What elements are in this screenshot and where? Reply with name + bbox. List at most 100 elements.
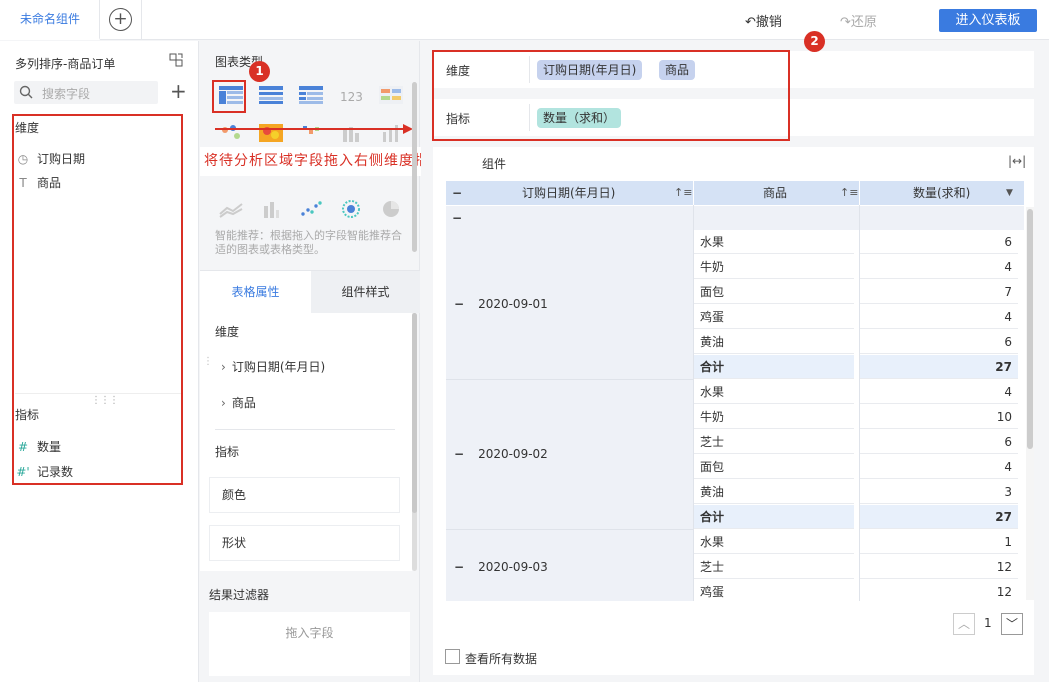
header-quantity[interactable]: 数量(求和) (913, 181, 970, 205)
properties-scrollbar[interactable] (412, 313, 417, 513)
sort-icon[interactable]: ↑≡ (840, 181, 858, 205)
switch-dataset-icon[interactable] (169, 53, 183, 67)
chart-type-scrollbar[interactable] (412, 82, 417, 252)
annotation-highlight-fields (12, 114, 183, 485)
date-value: 2020-09-03 (478, 559, 548, 574)
enter-dashboard-button[interactable]: 进入仪表板 (939, 9, 1037, 32)
add-field-button[interactable]: + (170, 80, 187, 102)
page-up-button[interactable]: ︿ (953, 613, 975, 635)
component-tab[interactable]: 未命名组件 (0, 0, 100, 40)
column-divider (693, 205, 694, 601)
header-divider (693, 181, 694, 205)
property-item-label: 商品 (231, 396, 256, 410)
product-cell: 牛奶 (694, 405, 854, 429)
undo-icon: ↶ (745, 15, 756, 30)
color-setting[interactable]: 颜色 (209, 477, 400, 513)
pie-chart-icon[interactable] (379, 200, 403, 218)
date-value: 2020-09-02 (478, 447, 548, 461)
view-all-data-checkbox[interactable] (445, 649, 460, 664)
sunburst-icon[interactable] (339, 200, 363, 218)
properties-dimension-item[interactable]: › 商品 (221, 394, 256, 411)
page-down-button[interactable]: ﹀ (1001, 613, 1023, 635)
product-cell: 黄油 (694, 330, 854, 354)
properties-dimension-header: 维度 (215, 325, 240, 339)
component-title: 组件 (482, 157, 507, 171)
product-cell: 鸡蛋 (694, 305, 854, 329)
column-chart-icon[interactable] (339, 124, 363, 142)
search-input[interactable]: 搜索字段 (14, 81, 158, 104)
kpi-card-icon[interactable] (379, 86, 403, 104)
stacked-bar-icon[interactable] (259, 200, 283, 218)
quantity-cell: 12 (860, 580, 1018, 601)
page-number: 1 (984, 616, 992, 630)
annotation-arrow (215, 128, 405, 130)
tab-component-style[interactable]: 组件样式 (311, 271, 420, 313)
result-filter-header: 结果过滤器 (209, 588, 270, 602)
header-product[interactable]: 商品 (763, 181, 787, 205)
quantity-cell: 3 (860, 480, 1018, 504)
cross-table-icon[interactable] (299, 86, 323, 104)
quantity-cell: 7 (860, 280, 1018, 304)
quantity-cell: 4 (860, 380, 1018, 404)
column-divider (859, 205, 860, 601)
date-group-label[interactable]: −2020-09-01 (454, 297, 548, 311)
subtotal-value: 27 (860, 355, 1018, 379)
detail-table-icon[interactable] (259, 86, 283, 104)
tab-table-properties[interactable]: 表格属性 (200, 271, 311, 313)
annotation-highlight-shelves (432, 50, 790, 141)
area-chart-icon[interactable] (219, 200, 243, 218)
collapse-icon[interactable]: − (454, 447, 464, 461)
smart-recommend-text: 智能推荐：根据拖入的字段智能推荐合适的图表或表格类型。 (215, 229, 402, 256)
product-cell: 芝士 (694, 555, 854, 579)
add-tab-button[interactable]: + (109, 8, 132, 31)
heatmap-icon[interactable] (259, 124, 283, 142)
table-subheader-row: − (446, 206, 1024, 230)
date-value: 2020-09-01 (478, 297, 548, 311)
quantity-cell: 4 (860, 305, 1018, 329)
sort-desc-icon[interactable]: ▼ (1006, 181, 1013, 205)
properties-dimension-item[interactable]: › 订购日期(年月日) (221, 358, 325, 375)
scatter-chart-icon[interactable] (219, 124, 243, 142)
product-cell: 鸡蛋 (694, 580, 854, 601)
bar-chart-icon[interactable] (379, 124, 403, 142)
quantity-cell: 6 (860, 330, 1018, 354)
sort-icon[interactable]: ↑≡ (674, 181, 692, 205)
kpi-number-icon[interactable]: 123 (339, 86, 363, 104)
collapse-icon[interactable]: − (452, 206, 462, 230)
product-cell: 面包 (694, 455, 854, 479)
quantity-cell: 1 (860, 530, 1018, 554)
dot-chart-icon[interactable] (299, 200, 323, 218)
undo-label: 撤销 (755, 15, 782, 30)
quantity-cell: 6 (860, 430, 1018, 454)
annotation-highlight-chart-type (212, 80, 246, 113)
header-divider (859, 181, 860, 205)
redo-button[interactable]: ↷ 还原 (840, 11, 877, 30)
result-filter-dropzone[interactable]: 拖入字段 (209, 612, 410, 676)
quantity-cell: 4 (860, 455, 1018, 479)
undo-button[interactable]: ↶ 撤销 (745, 11, 782, 30)
bubble-chart-icon[interactable] (299, 124, 323, 142)
quantity-cell: 4 (860, 255, 1018, 279)
product-cell: 水果 (694, 530, 854, 554)
date-group-label[interactable]: −2020-09-02 (454, 447, 548, 461)
table-scrollbar[interactable] (1027, 209, 1033, 449)
dataset-name: 多列排序-商品订单 (15, 57, 116, 71)
product-cell: 黄油 (694, 480, 854, 504)
drag-handle-icon[interactable]: ⋮ (203, 356, 213, 367)
search-placeholder: 搜索字段 (42, 87, 91, 101)
collapse-icon[interactable]: − (454, 560, 464, 574)
collapse-icon[interactable]: − (454, 297, 464, 311)
header-order-date[interactable]: 订购日期(年月日) (522, 181, 615, 205)
fit-width-icon[interactable]: |↔| (1008, 154, 1026, 168)
quantity-cell: 10 (860, 405, 1018, 429)
chevron-right-icon: › (221, 360, 226, 374)
redo-icon: ↷ (840, 15, 851, 30)
shape-setting[interactable]: 形状 (209, 525, 400, 561)
collapse-all-icon[interactable]: − (452, 181, 462, 205)
table-body: −2020-09-01 水果 6 牛奶 4 面包 7 鸡蛋 4 黄油 6 合计 27−2020-09-0… (446, 230, 1024, 601)
product-cell: 水果 (694, 380, 854, 404)
tab-divider (141, 0, 142, 40)
product-cell: 面包 (694, 280, 854, 304)
annotation-badge-1: 1 (249, 61, 270, 82)
date-group-label[interactable]: −2020-09-03 (454, 560, 548, 574)
